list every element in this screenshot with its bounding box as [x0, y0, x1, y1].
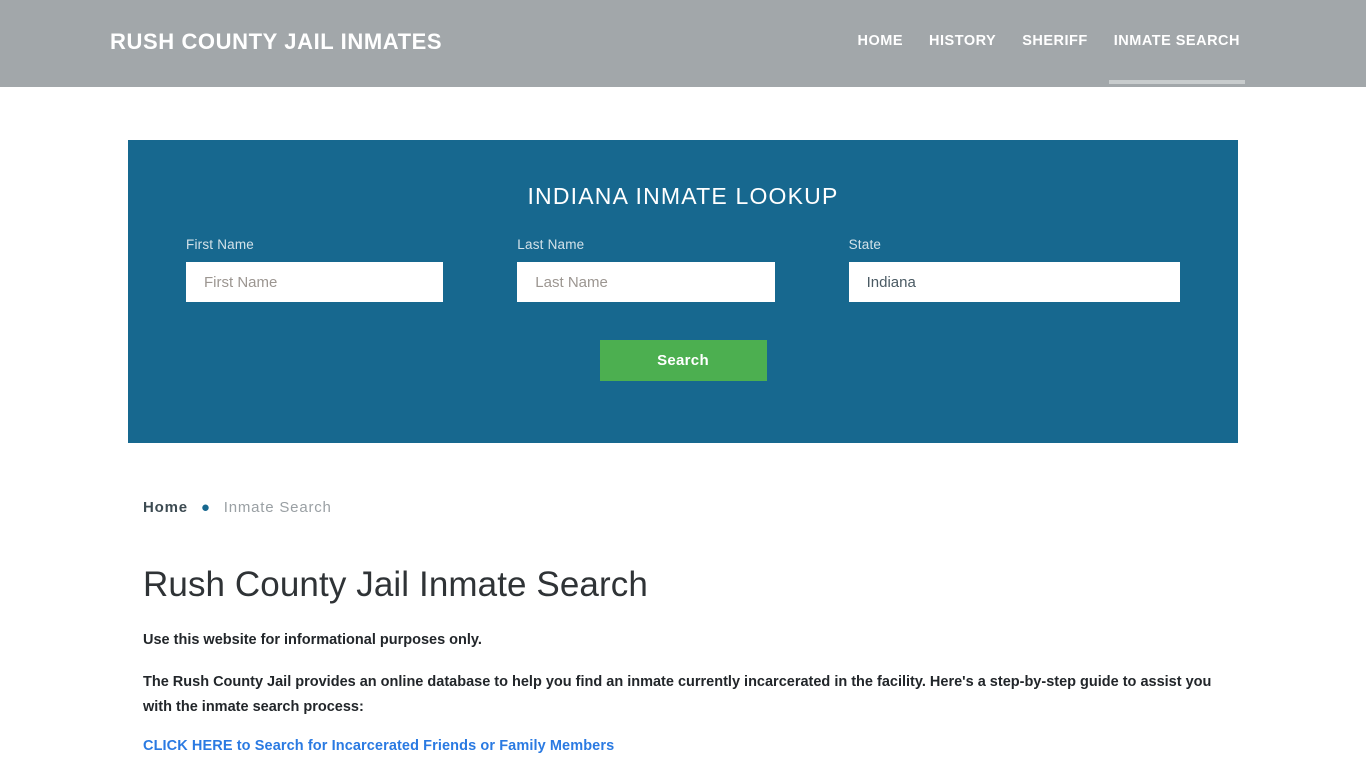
state-field-group: State — [848, 237, 1180, 302]
lookup-panel-title: INDIANA INMATE LOOKUP — [527, 183, 839, 209]
nav-item-sheriff[interactable]: SHERIFF — [1009, 0, 1101, 87]
description-paragraph: The Rush County Jail provides an online … — [143, 673, 1212, 715]
nav-item-history[interactable]: HISTORY — [916, 0, 1009, 87]
last-name-label: Last Name — [517, 237, 585, 252]
state-select[interactable] — [848, 262, 1180, 302]
first-name-field-group: First Name — [186, 237, 517, 302]
header-inner: RUSH COUNTY JAIL INMATES HOME HISTORY SH… — [0, 0, 1366, 87]
lookup-form-row: First Name Last Name State — [128, 237, 1238, 302]
main-navigation: HOME HISTORY SHERIFF INMATE SEARCH — [845, 0, 1253, 87]
site-brand-logo[interactable]: RUSH COUNTY JAIL INMATES — [110, 29, 442, 55]
nav-item-home[interactable]: HOME — [845, 0, 917, 87]
breadcrumb-current-page: Inmate Search — [223, 499, 332, 516]
search-button[interactable]: Search — [599, 340, 767, 381]
main-content: Rush County Jail Inmate Search Use this … — [143, 565, 1238, 755]
first-name-label: First Name — [186, 237, 255, 252]
page-title: Rush County Jail Inmate Search — [143, 565, 648, 604]
site-header: RUSH COUNTY JAIL INMATES HOME HISTORY SH… — [0, 0, 1366, 87]
state-label: State — [848, 237, 882, 252]
last-name-field-group: Last Name — [517, 237, 848, 302]
intro-paragraph: Use this website for informational purpo… — [143, 632, 482, 648]
first-name-input[interactable] — [186, 262, 444, 302]
breadcrumb-separator-icon: ● — [200, 499, 211, 516]
inmate-lookup-panel: INDIANA INMATE LOOKUP First Name Last Na… — [128, 140, 1238, 443]
inmate-search-cta-link[interactable]: CLICK HERE to Search for Incarcerated Fr… — [143, 738, 614, 754]
breadcrumb-home-link[interactable]: Home — [143, 499, 188, 516]
last-name-input[interactable] — [517, 262, 775, 302]
search-button-row: Search — [128, 340, 1238, 381]
breadcrumb: Home ● Inmate Search — [143, 499, 1366, 516]
page-wrapper: INDIANA INMATE LOOKUP First Name Last Na… — [0, 140, 1366, 755]
nav-item-inmate-search[interactable]: INMATE SEARCH — [1101, 0, 1253, 87]
